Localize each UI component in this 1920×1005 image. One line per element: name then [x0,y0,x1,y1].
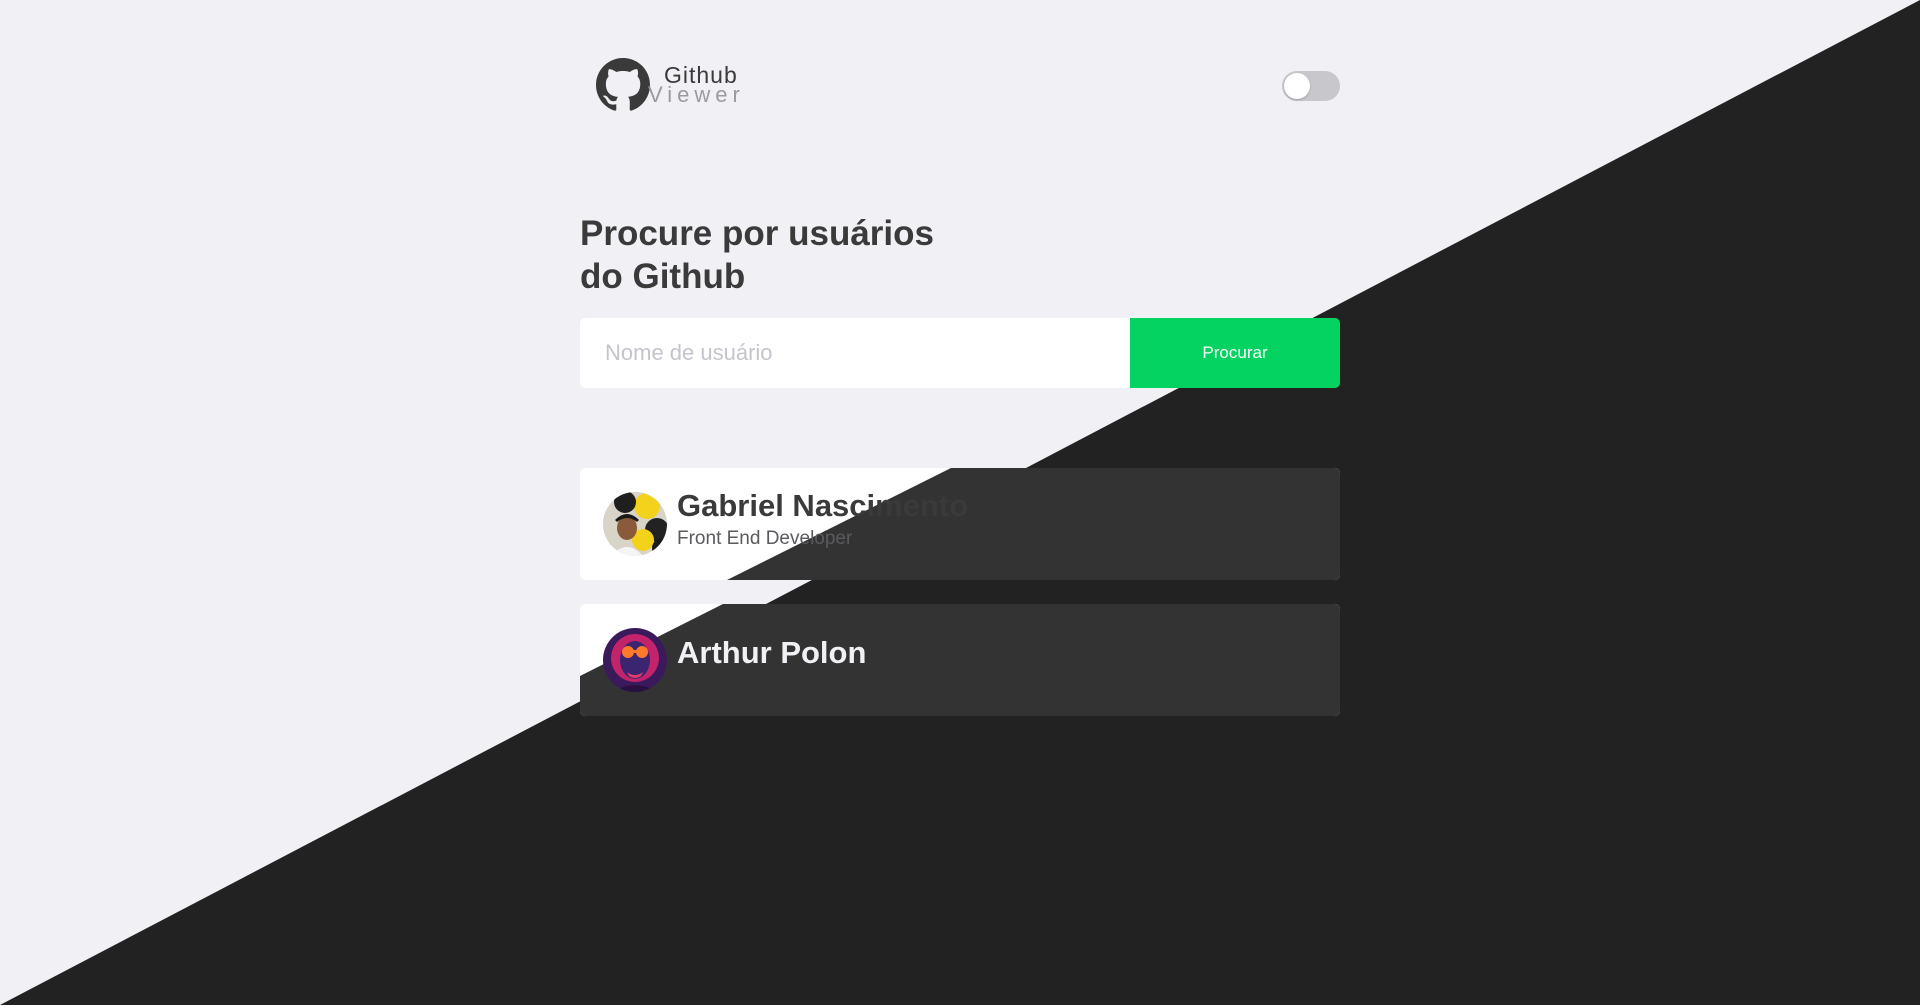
search-form: Procurar [580,318,1340,388]
avatar [603,492,667,556]
user-name: Arthur Polon [677,635,867,670]
page-title: Procure por usuários do Github [580,212,1000,298]
user-name: Gabriel Nascimento [677,488,969,523]
user-info: Gabriel Nascimento Front End Developer [677,488,968,550]
logo[interactable]: Github Viewer [596,58,745,112]
page-title-line-1: Procure por usuários [580,214,934,253]
header: Github Viewer [596,58,1340,118]
user-info: Arthur Polon [677,635,866,675]
user-card[interactable]: Arthur Polon [580,604,1340,716]
avatar [603,628,667,692]
search-button[interactable]: Procurar [1130,318,1340,388]
username-search-input[interactable] [580,318,1130,388]
user-list: Gabriel Nascimento Front End Developer A… [580,468,1340,740]
user-photo-icon [603,492,667,556]
logo-subtitle: Viewer [648,82,745,107]
main-container: Github Viewer Procure por usuários do Gi… [580,0,1340,1005]
toggle-knob [1284,73,1310,99]
logo-text: Github Viewer [648,64,745,106]
page-title-line-2: do Github [580,257,746,296]
theme-toggle[interactable] [1282,71,1340,101]
github-icon [596,58,650,111]
user-bio: Front End Developer [677,528,853,549]
user-photo-icon [603,628,667,692]
user-card[interactable]: Gabriel Nascimento Front End Developer [580,468,1340,580]
